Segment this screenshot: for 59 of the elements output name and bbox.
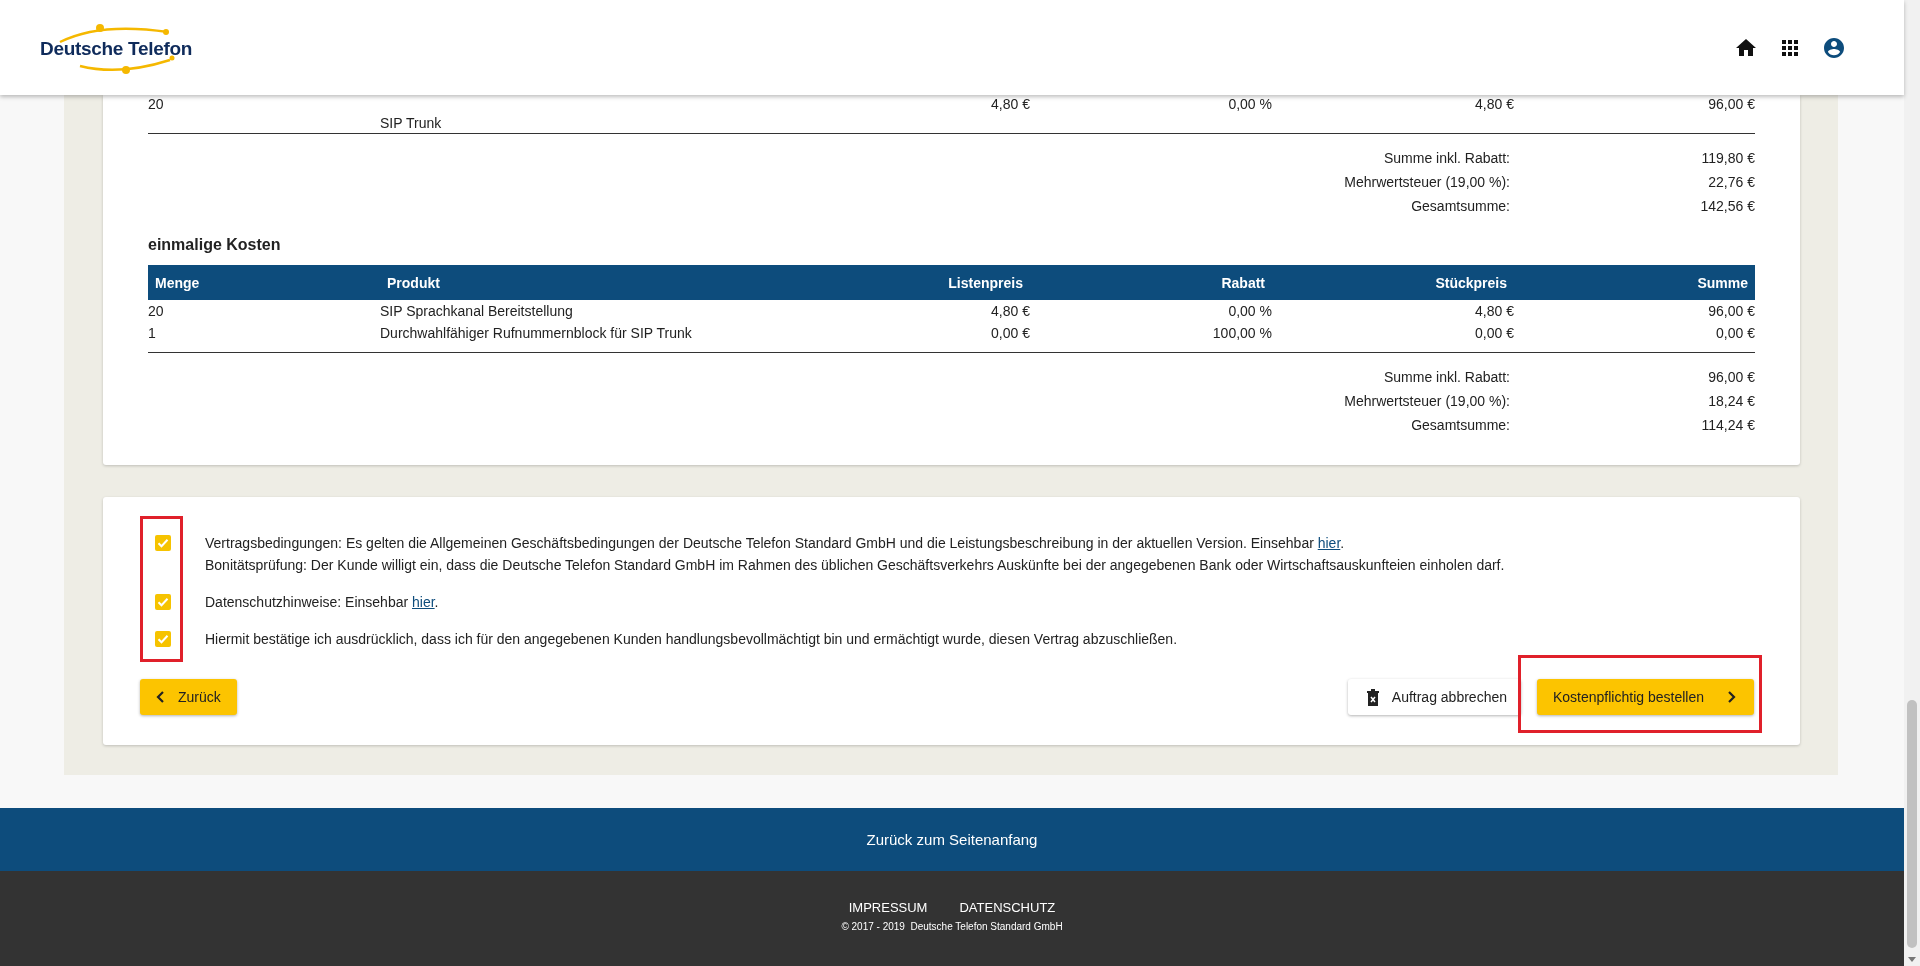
quantity-cell-text: 20 [148, 95, 165, 114]
consent-text: Bonitätsprüfung: Der Kunde willigt ein, dass die Deutsche Telefon Standard GmbH im Rahmen des üblichen Geschäftsverkehrs Auskünfte bei der angegebenen Bank oder Wirtschaftsauskunfteien einholen darf. [205, 556, 1505, 575]
discount-cell-text: 0,00 % [1227, 95, 1272, 114]
total-value: 18,24 € [1707, 392, 1755, 411]
price-cell-text: 4,80 € [990, 302, 1030, 321]
total-label: Summe inkl. Rabatt: [1382, 368, 1511, 387]
price-cell-text: 0,00 € [1474, 324, 1514, 343]
column-header: Rabatt [1220, 274, 1266, 291]
total-label: Gesamtsumme: [1410, 416, 1511, 435]
price-cell-text: 4,80 € [990, 95, 1030, 114]
consent-text: Vertragsbedingungen: Es gelten die Allgemeinen Geschäftsbedingungen der Deutsche Telefon Standard GmbH und die Leistungsbeschreibung in der aktuellen Version. Einsehbar hier. [205, 534, 1346, 553]
copyright-text: © 2017 - 2019 Deutsche Telefon Standard GmbH [841, 921, 1063, 932]
cancel-order-button[interactable]: Auftrag abbrechen [1347, 679, 1521, 715]
total-label: Mehrwertsteuer (19,00 %): [1343, 173, 1511, 192]
discount-cell-text: 0,00 % [1227, 302, 1272, 321]
price-cell-text: 4,80 € [1474, 95, 1514, 114]
column-header: Stückpreis [1434, 274, 1508, 291]
link[interactable]: hier [1317, 535, 1341, 551]
column-header: Listenpreis [947, 274, 1024, 291]
product-cell-text: SIP Sprachkanal Bereitstellung [380, 302, 574, 321]
quantity-cell-text: 1 [148, 324, 157, 343]
checkbox[interactable] [155, 631, 171, 647]
total-label: Gesamtsumme: [1410, 197, 1511, 216]
section-heading: einmalige Kosten [148, 235, 282, 255]
consent-text: Hiermit bestätige ich ausdrücklich, dass ich für den angegebenen Kunden handlungsbevollmächtigt bin und ermächtigt wurde, diesen Vertrag abzuschließen. [205, 630, 1178, 649]
total-cell-text: 0,00 € [1715, 324, 1755, 343]
column-header: Produkt [386, 274, 441, 291]
scrollbar[interactable] [1904, 0, 1920, 966]
quantity-cell-text: 20 [148, 302, 165, 321]
total-value: 22,76 € [1707, 173, 1755, 192]
back-button[interactable]: Zurück [140, 679, 237, 715]
product-cell-text: SIP Trunk [380, 114, 443, 133]
total-value: 114,24 € [1700, 416, 1755, 435]
total-cell-text: 96,00 € [1707, 302, 1755, 321]
back-to-top-link[interactable]: Zurück zum Seitenanfang [866, 831, 1038, 848]
footer-link[interactable]: IMPRESSUM [848, 900, 928, 915]
product-cell-text: Durchwahlfähiger Rufnummernblock für SIP Trunk [380, 324, 693, 343]
chevron-left-icon [156, 691, 166, 703]
total-label: Summe inkl. Rabatt: [1382, 149, 1511, 168]
account-icon[interactable] [1822, 35, 1846, 60]
company-logo[interactable]: Deutsche Telefon [40, 19, 195, 76]
total-cell-text: 96,00 € [1707, 95, 1755, 114]
trash-icon [1365, 688, 1380, 706]
discount-cell-text: 100,00 % [1211, 324, 1272, 343]
price-cell-text: 4,80 € [1474, 302, 1514, 321]
checkbox[interactable] [155, 535, 171, 551]
checkbox[interactable] [155, 594, 171, 610]
total-value: 119,80 € [1700, 149, 1755, 168]
column-header: Summe [1696, 274, 1749, 291]
column-header: Menge [154, 274, 201, 291]
total-value: 142,56 € [1699, 197, 1755, 216]
consent-text: Datenschutzhinweise: Einsehbar hier. [205, 593, 439, 612]
price-cell-text: 0,00 € [990, 324, 1030, 343]
order-button[interactable]: Kostenpflichtig bestellen [1537, 679, 1754, 715]
link[interactable]: hier [412, 594, 435, 610]
total-label: Mehrwertsteuer (19,00 %): [1343, 392, 1511, 411]
total-value: 96,00 € [1707, 368, 1755, 387]
footer-link[interactable]: DATENSCHUTZ [959, 900, 1056, 915]
chevron-right-icon [1726, 691, 1736, 703]
